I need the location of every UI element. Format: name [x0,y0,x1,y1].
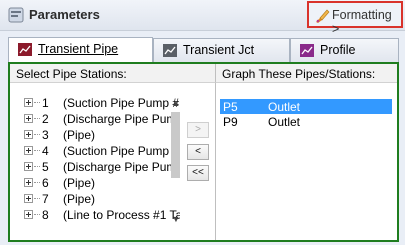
tree-connector [34,182,40,183]
tab-transient-jct[interactable]: Transient Jct [153,38,290,62]
pipe-number: 3 [42,128,49,142]
pipe-name: (Discharge Pipe Pump [63,160,180,174]
window-title: Parameters [29,7,100,22]
formatting-label: Formatting > [332,8,392,36]
pipe-name: (Pipe) [63,192,96,206]
parameters-icon [8,7,24,23]
pipe-number: 2 [42,112,49,126]
stations-scrollbar[interactable]: ▲ ▼ [170,98,181,224]
transient-pipe-icon [18,43,32,56]
select-stations-header: Select Pipe Stations: [10,64,215,83]
scroll-up-icon[interactable]: ▲ [171,98,181,108]
tab-label: Profile [320,43,356,57]
tree-connector [34,166,40,167]
expand-icon[interactable] [24,130,33,139]
transient-pipe-panel: Select Pipe Stations: Graph These Pipes/… [8,62,399,242]
tab-label: Transient Pipe [38,42,119,56]
formatting-button[interactable]: Formatting > [307,1,403,36]
tree-connector [34,214,40,215]
transient-jct-icon [163,44,177,57]
add-station-button[interactable]: > [187,122,209,138]
pipe-number: 7 [42,192,49,206]
expand-icon[interactable] [24,210,33,219]
tab-label: Transient Jct [183,43,255,57]
expand-icon[interactable] [24,162,33,171]
tree-connector [34,198,40,199]
pipe-number: 1 [42,96,49,110]
pipe-number: 8 [42,208,49,222]
tab-transient-pipe[interactable]: Transient Pipe [8,37,153,63]
remove-station-button[interactable]: < [187,144,209,160]
graph-list-item[interactable]: P9 Outlet [220,114,392,129]
pipe-id: P9 [223,115,238,129]
pipe-id: P5 [223,100,238,114]
pipe-location: Outlet [268,115,301,129]
pipe-name: (Line to Process #1 Ta [63,208,180,222]
tree-connector [34,102,40,103]
expand-icon[interactable] [24,146,33,155]
pipe-location: Outlet [268,100,301,114]
expand-icon[interactable] [24,98,33,107]
expand-icon[interactable] [24,194,33,203]
graph-pipes-list[interactable]: P5 Outlet P9 Outlet [215,83,397,240]
pipe-number: 4 [42,144,49,158]
expand-icon[interactable] [24,178,33,187]
graph-list-item[interactable]: P5 Outlet [220,99,392,114]
pipe-name: (Pipe) [63,176,96,190]
brush-icon [316,9,330,23]
tree-connector [34,118,40,119]
pipe-number: 5 [42,160,49,174]
profile-icon [300,44,314,57]
expand-icon[interactable] [24,114,33,123]
title-bar: Parameters Formatting > [0,0,405,36]
scroll-thumb[interactable] [171,112,180,178]
pipe-name: (Suction Pipe Pump #1 [63,96,180,110]
pipe-stations-tree[interactable]: 1 (Suction Pipe Pump #1 2 (Discharge Pip… [18,96,180,224]
graph-pipes-header: Graph These Pipes/Stations: [215,64,397,83]
tab-profile[interactable]: Profile [290,38,399,62]
scroll-down-icon[interactable]: ▼ [171,214,181,224]
tree-connector [34,134,40,135]
pipe-number: 6 [42,176,49,190]
pipe-name: (Suction Pipe Pump #2 [63,144,180,158]
tree-connector [34,150,40,151]
remove-all-stations-button[interactable]: << [187,165,209,181]
pipe-name: (Discharge Pipe Pump [63,112,180,126]
pipe-name: (Pipe) [63,128,96,142]
